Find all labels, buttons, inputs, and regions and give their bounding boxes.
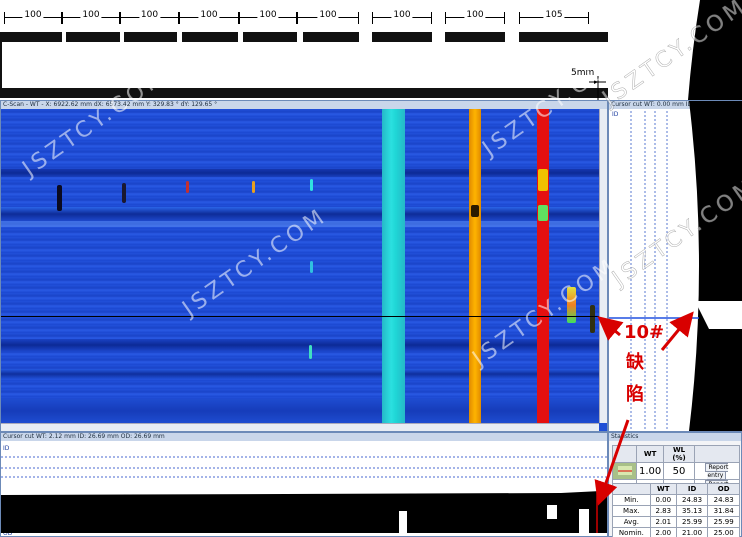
indication-spot bbox=[122, 183, 126, 203]
red-stripe bbox=[537, 109, 549, 423]
scan-band bbox=[1, 207, 599, 221]
cscan-panel[interactable]: C-Scan - WT - X: 6922.62 mm dX: 6573.42 … bbox=[0, 100, 608, 432]
threshold1-wt[interactable]: 1.00 bbox=[635, 462, 665, 480]
stats-title: Statistics bbox=[609, 433, 741, 441]
cell-id: 25.99 bbox=[675, 516, 709, 528]
col-wt: WT bbox=[635, 445, 665, 463]
cell-wt: 2.83 bbox=[649, 505, 677, 517]
cursor-line[interactable] bbox=[1, 316, 599, 317]
stats-col-header: ID bbox=[675, 483, 709, 495]
indication-spot bbox=[310, 179, 313, 191]
cell-id: 35.13 bbox=[675, 505, 709, 517]
ruler-segment: 100 bbox=[372, 10, 432, 26]
stats-table: WT ID OD Min. 0.00 24.83 24.83 Max. 2.83… bbox=[612, 483, 740, 537]
ruler-segment-label: 100 bbox=[257, 10, 279, 20]
defect-label-char: 陷 bbox=[626, 384, 644, 405]
ut-inspection-screen: 100 100 100 100 100 100 100 100 105 5mm … bbox=[0, 0, 742, 537]
color-swatch-icon[interactable] bbox=[612, 462, 637, 480]
scan-band bbox=[1, 369, 599, 379]
cell-id: 24.83 bbox=[675, 494, 709, 506]
statistics-panel: Statistics WT WL (%) 1.00 50 Report entr… bbox=[608, 432, 742, 537]
ruler-segment: 100 bbox=[120, 10, 179, 26]
dimension-ruler: 100 100 100 100 100 100 100 100 105 5mm bbox=[0, 0, 608, 100]
ruler-segment: 100 bbox=[239, 10, 297, 26]
cyan-stripe bbox=[382, 109, 405, 423]
cell-od: 24.83 bbox=[707, 494, 740, 506]
cell-wt: 2.00 bbox=[649, 527, 677, 537]
ruler-segment: 100 bbox=[4, 10, 62, 26]
vertical-scrollbar[interactable] bbox=[599, 109, 607, 423]
indication-spot bbox=[310, 261, 313, 273]
indication-spot bbox=[590, 305, 595, 333]
report-entry-button[interactable]: Report entry bbox=[705, 463, 729, 480]
row-label: Min. bbox=[612, 494, 651, 506]
profile-top-view bbox=[608, 0, 742, 100]
ruler-segment: 100 bbox=[297, 10, 359, 26]
defect-10-indication bbox=[567, 287, 576, 323]
horizontal-scrollbar[interactable] bbox=[1, 423, 599, 431]
ruler-segment-label: 100 bbox=[317, 10, 339, 20]
ruler-segment: 100 bbox=[445, 10, 505, 26]
ruler-segment-label: 100 bbox=[138, 10, 161, 20]
cursor-cut-horizontal[interactable]: Cursor cut WT: 2.12 mm ID: 26.69 mm OD: … bbox=[0, 432, 608, 537]
cscan-title: C-Scan - WT - X: 6922.62 mm dX: 6573.42 … bbox=[1, 101, 607, 109]
cell-id: 21.00 bbox=[675, 527, 709, 537]
indication-spot bbox=[186, 181, 189, 193]
ruler-segment-label: 100 bbox=[391, 10, 413, 20]
cell-od: 25.00 bbox=[707, 527, 740, 537]
ruler-segment: 100 bbox=[179, 10, 239, 26]
ruler-segment-label: 100 bbox=[198, 10, 220, 20]
table-row: Avg. 2.01 25.99 25.99 bbox=[612, 516, 740, 528]
ruler-segment-label: 100 bbox=[22, 10, 44, 20]
scan-band bbox=[1, 339, 599, 351]
indication-spot bbox=[538, 205, 548, 221]
stats-col-header bbox=[612, 483, 651, 495]
row-label: Nomin. bbox=[612, 527, 651, 537]
row-label: Avg. bbox=[612, 516, 651, 528]
table-row: Max. 2.83 35.13 31.84 bbox=[612, 505, 740, 517]
scan-band bbox=[1, 399, 599, 423]
cell-wt: 0.00 bbox=[649, 494, 677, 506]
cell-wt: 2.01 bbox=[649, 516, 677, 528]
cscan-image[interactable] bbox=[1, 109, 599, 423]
defect-label-char: 缺 bbox=[626, 352, 644, 373]
cell-od: 31.84 bbox=[707, 505, 740, 517]
table-row: Nomin. 2.00 21.00 25.00 bbox=[612, 527, 740, 537]
defect-number-label: 10# bbox=[624, 322, 665, 343]
indication-spot bbox=[538, 169, 548, 191]
table-row: Min. 0.00 24.83 24.83 bbox=[612, 494, 740, 506]
indication-spot bbox=[252, 181, 255, 193]
ruler-segment-label: 100 bbox=[80, 10, 102, 20]
ruler-segment-label: 100 bbox=[464, 10, 486, 20]
stats-col-header: OD bbox=[707, 483, 740, 495]
indication-spot bbox=[309, 345, 312, 359]
ruler-segment: 105 bbox=[519, 10, 589, 26]
end-dimension-label: 5mm bbox=[571, 68, 595, 78]
col-wl: WL (%) bbox=[663, 445, 695, 463]
part-bottom-edge bbox=[0, 88, 608, 98]
indication-spot bbox=[471, 205, 479, 217]
scan-band bbox=[1, 169, 599, 177]
indication-spot bbox=[57, 185, 62, 211]
scan-band bbox=[1, 221, 599, 227]
ruler-segment-label: 105 bbox=[543, 10, 565, 20]
threshold1-wl[interactable]: 50 bbox=[663, 462, 695, 480]
stats-col-header: WT bbox=[649, 483, 677, 495]
row-label: Max. bbox=[612, 505, 651, 517]
ruler-segment: 100 bbox=[62, 10, 120, 26]
orange-stripe bbox=[469, 109, 481, 423]
cell-od: 25.99 bbox=[707, 516, 740, 528]
